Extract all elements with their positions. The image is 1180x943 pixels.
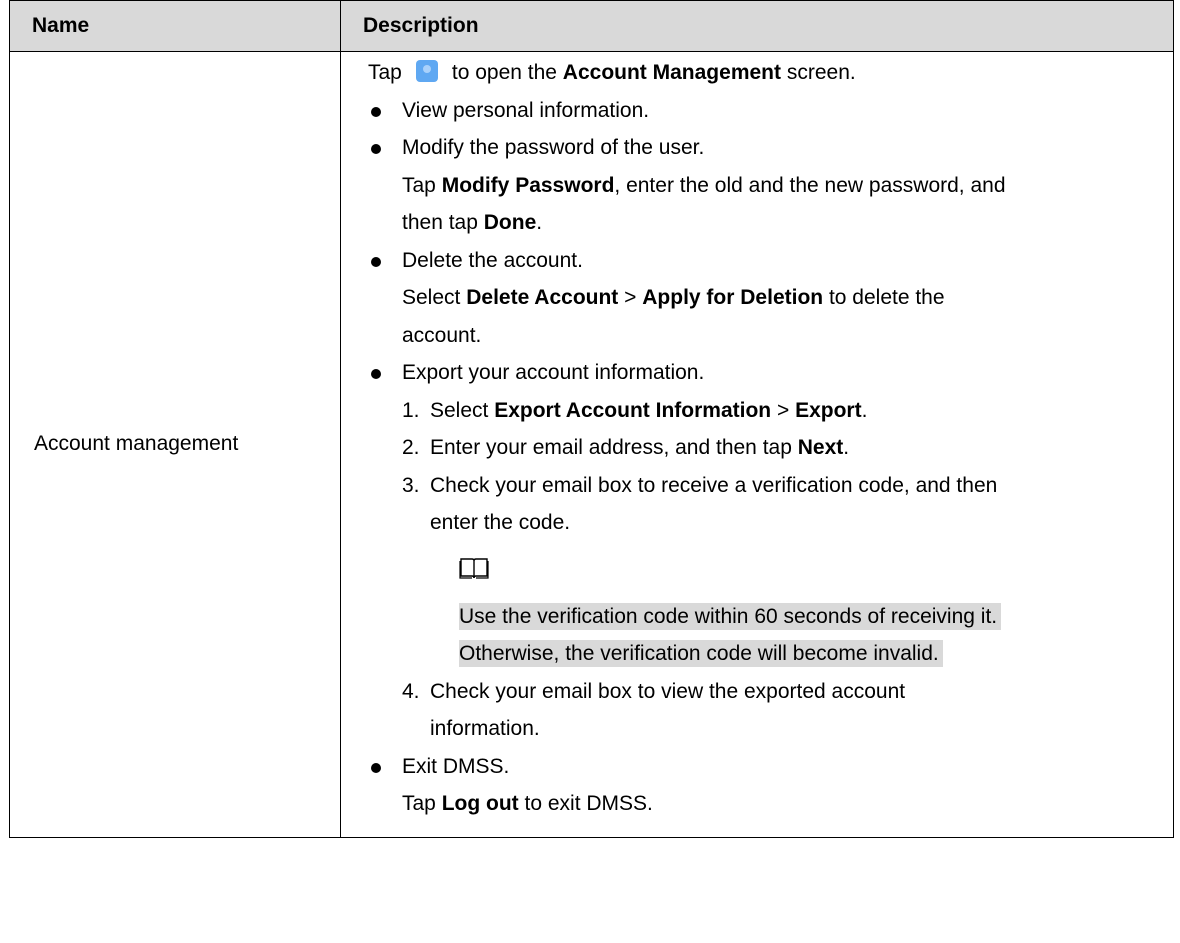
step-3: 3. Check your email box to receive a ver… <box>341 467 1173 505</box>
step-end: . <box>843 436 850 459</box>
exit-detail: Tap Log out to exit DMSS. <box>341 785 1173 823</box>
detail-post: to delete the <box>828 286 945 309</box>
bullet-text: Delete the account. <box>402 248 583 272</box>
row-name-cell: Account management <box>9 51 341 838</box>
note-line-1: Use the verification code within 60 seco… <box>341 598 1173 636</box>
bullet-exit: Exit DMSS. <box>341 748 1173 786</box>
step-pre: Enter your email address, and then tap <box>430 436 792 459</box>
bullet-icon <box>371 106 381 117</box>
detail-text: account. <box>402 323 482 347</box>
step-text: Check your email box to view the exporte… <box>430 679 906 703</box>
delete-account-detail-1: Select Delete Account > Apply for Deleti… <box>341 279 1173 317</box>
intro-line: Tap to open the Account Management screen… <box>341 54 1173 92</box>
detail-bold: Delete Account <box>466 286 619 309</box>
bullet-export-info: Export your account information. <box>341 354 1173 392</box>
intro-bold: Account Management <box>562 61 781 84</box>
table-header-row: Name Description <box>9 0 1174 52</box>
open-book-icon <box>459 557 489 579</box>
note-icon-row <box>341 542 1173 598</box>
step-end: . <box>861 398 868 422</box>
delete-account-detail-2: account. <box>341 317 1173 355</box>
modify-password-detail-2: then tap Done. <box>341 204 1173 242</box>
step-4: 4. Check your email box to view the expo… <box>341 673 1173 711</box>
note-text: Otherwise, the verification code will be… <box>459 640 943 667</box>
step-number: 2. <box>402 436 420 459</box>
detail-pre: Tap <box>402 792 436 815</box>
bullet-view-info: View personal information. <box>341 92 1173 130</box>
detail-bold: Modify Password <box>441 173 615 197</box>
bullet-text: View personal information. <box>402 98 650 122</box>
table-row: Account management Tap to open the Accoun… <box>9 51 1174 838</box>
step-number: 1. <box>402 398 420 422</box>
step-text: information. <box>430 717 540 740</box>
description-table: Name Description Account management Tap t… <box>9 0 1174 838</box>
note-text: Use the verification code within 60 seco… <box>459 602 1002 630</box>
detail-mid: , enter the old and the new password, an… <box>614 173 1006 197</box>
user-avatar-icon <box>415 60 438 83</box>
detail-sep: > <box>624 286 637 309</box>
step-bold: Export Account Information <box>494 398 772 422</box>
step-number: 3. <box>402 473 420 497</box>
detail-post: to exit DMSS. <box>524 792 653 815</box>
step-text: Check your email box to receive a verifi… <box>430 473 998 497</box>
bullet-delete-account: Delete the account. <box>341 242 1173 280</box>
step-1: 1. Select Export Account Information > E… <box>341 392 1173 430</box>
row-description-cell: Tap to open the Account Management screen… <box>340 51 1174 838</box>
step-bold: Export <box>795 398 862 422</box>
detail-bold: Apply for Deletion <box>642 286 824 309</box>
step-number: 4. <box>402 679 420 703</box>
step-4-cont: information. <box>341 710 1173 748</box>
step-3-cont: enter the code. <box>341 504 1173 542</box>
note-line-2: Otherwise, the verification code will be… <box>341 635 1173 673</box>
detail-pre: then tap <box>402 211 478 234</box>
modify-password-detail-1: Tap Modify Password, enter the old and t… <box>341 167 1173 205</box>
bullet-icon <box>371 144 381 154</box>
bullet-text: Export your account information. <box>402 361 705 384</box>
bullet-text: Modify the password of the user. <box>402 136 705 159</box>
intro-tail: screen. <box>786 61 856 84</box>
step-bold: Next <box>797 436 844 459</box>
detail-bold: Done <box>483 211 537 234</box>
bullet-text: Exit DMSS. <box>402 754 510 778</box>
column-header-description: Description <box>340 0 1174 52</box>
step-sep: > <box>776 398 790 422</box>
detail-bold: Log out <box>441 792 519 815</box>
detail-pre: Tap <box>402 173 436 197</box>
step-text: enter the code. <box>430 511 571 534</box>
step-pre: Select <box>430 398 489 422</box>
detail-end: . <box>536 211 543 234</box>
intro-pre: Tap <box>368 61 402 84</box>
bullet-icon <box>371 762 381 773</box>
step-2: 2. Enter your email address, and then ta… <box>341 429 1173 467</box>
bullet-modify-password: Modify the password of the user. <box>341 129 1173 167</box>
detail-pre: Select <box>402 286 461 309</box>
column-header-name: Name <box>9 0 341 52</box>
intro-post: to open the <box>451 61 557 84</box>
bullet-icon <box>371 256 381 267</box>
bullet-icon <box>371 369 381 379</box>
